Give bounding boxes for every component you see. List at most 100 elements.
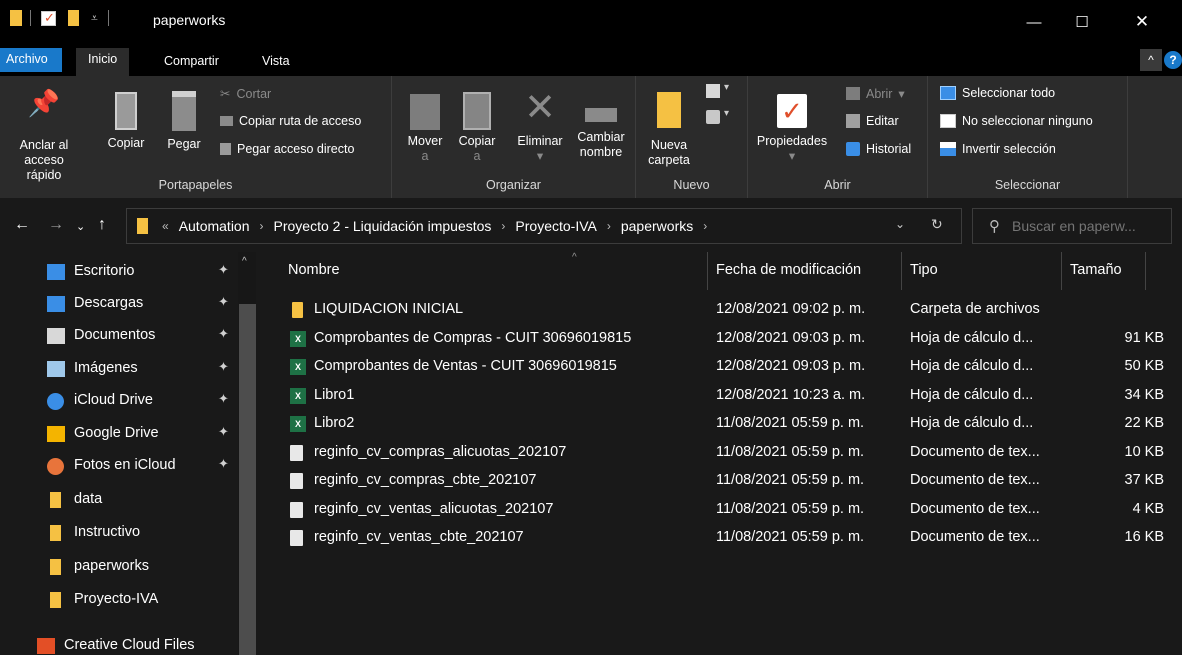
sidebar-item[interactable]: data [0, 484, 240, 516]
select-none-button[interactable]: No seleccionar ninguno [940, 114, 1093, 128]
file-row[interactable]: reginfo_cv_compras_alicuotas_202107 11/08… [282, 439, 1172, 467]
copy-path-button[interactable]: Copiar ruta de acceso [220, 114, 361, 128]
pin-icon[interactable]: ✦ [218, 424, 229, 440]
easy-access-dropdown-icon[interactable]: ▾ [724, 108, 729, 119]
close-button[interactable]: ✕ [1118, 0, 1166, 44]
sidebar-item[interactable]: Escritorio ✦ [0, 256, 240, 288]
file-row[interactable]: reginfo_cv_compras_cbte_202107 11/08/2021… [282, 467, 1172, 495]
column-header-name[interactable]: Nombre [280, 252, 708, 290]
breadcrumb-separator-icon[interactable]: › [601, 219, 617, 233]
creative-cloud-icon [37, 638, 55, 654]
search-box[interactable]: ⚲ [972, 208, 1172, 244]
file-row[interactable]: X Comprobantes de Ventas - CUIT 306960198… [282, 353, 1172, 381]
delete-button[interactable]: ✕ Eliminar ▾ [510, 86, 570, 164]
sidebar-item[interactable]: Descargas ✦ [0, 288, 240, 320]
sidebar-item[interactable]: Instructivo [0, 517, 240, 549]
scroll-up-arrow-icon[interactable]: ^ [242, 256, 247, 267]
file-name: reginfo_cv_ventas_alicuotas_202107 [314, 500, 554, 517]
pin-icon[interactable]: ✦ [218, 456, 229, 472]
sidebar-item[interactable]: Imágenes ✦ [0, 353, 240, 385]
breadcrumb-automation[interactable]: Automation [175, 218, 254, 234]
breadcrumb-separator-icon[interactable]: › [697, 219, 713, 233]
forward-arrow-icon[interactable]: → [48, 216, 64, 234]
copy-button[interactable]: Copiar [106, 86, 146, 151]
pin-icon[interactable]: ✦ [218, 294, 229, 310]
sidebar-item[interactable]: Fotos en iCloud ✦ [0, 450, 240, 482]
tab-inicio[interactable]: Inicio [76, 48, 130, 76]
back-arrow-icon[interactable]: ← [14, 216, 30, 234]
tab-archivo[interactable]: Archivo [0, 48, 62, 72]
group-label-seleccionar: Seleccionar [994, 178, 1061, 192]
column-header-size[interactable]: Tamaño [1062, 252, 1146, 290]
help-icon[interactable]: ? [1164, 51, 1182, 69]
invert-selection-button[interactable]: Invertir selección [940, 142, 1056, 156]
sidebar-item[interactable]: paperworks [0, 551, 240, 583]
ribbon-tabs: Archivo Inicio Compartir Vista [0, 44, 1182, 76]
select-all-button[interactable]: Seleccionar todo [940, 86, 1055, 100]
pin-icon[interactable]: ✦ [218, 359, 229, 375]
file-modified: 12/08/2021 10:23 a. m. [716, 386, 866, 403]
new-folder-quick-icon[interactable] [68, 10, 79, 26]
history-button[interactable]: Historial [846, 142, 911, 156]
rename-button[interactable]: Cambiar nombre [572, 86, 630, 160]
pin-icon[interactable]: ✦ [218, 326, 229, 342]
sidebar-item-label: data [74, 491, 103, 507]
edit-icon [846, 114, 860, 128]
easy-access-icon[interactable] [706, 110, 720, 124]
sidebar-item[interactable]: Documentos ✦ [0, 320, 240, 352]
move-to-button[interactable]: Mover a [402, 86, 448, 164]
file-row[interactable]: X Libro1 12/08/2021 10:23 a. m. Hoja de cál… [282, 382, 1172, 410]
minimize-button[interactable]: — [1010, 0, 1058, 44]
pin-icon[interactable]: ✦ [218, 262, 229, 278]
breadcrumb-proyecto-iva[interactable]: Proyecto-IVA [511, 218, 600, 234]
breadcrumb-proyecto-2[interactable]: Proyecto 2 - Liquidación impuestos [270, 218, 496, 234]
breadcrumb-overflow-icon[interactable]: « [156, 219, 175, 233]
search-input[interactable] [1012, 218, 1162, 234]
pin-icon[interactable]: ✦ [218, 391, 229, 407]
customize-quick-access-icon[interactable]: ⩡ [91, 11, 98, 26]
file-type: Carpeta de archivos [910, 301, 1040, 317]
sidebar-item[interactable]: Google Drive ✦ [0, 418, 240, 450]
file-modified: 11/08/2021 05:59 p. m. [716, 415, 865, 431]
delete-icon: ✕ [524, 87, 556, 129]
column-header-modified[interactable]: Fecha de modificación [708, 252, 902, 290]
file-row[interactable]: reginfo_cv_ventas_cbte_202107 11/08/2021 … [282, 524, 1172, 552]
tab-vista[interactable]: Vista [256, 52, 296, 70]
pin-quick-access-button[interactable]: 📌 Anclar al acceso rápido [6, 90, 82, 183]
maximize-button[interactable]: ☐ [1058, 0, 1106, 44]
recent-locations-chevron-icon[interactable]: ⌄ [76, 220, 85, 233]
properties-button[interactable]: ✓ Propiedades ▾ [750, 86, 834, 164]
open-button[interactable]: Abrir ▾ [846, 86, 905, 101]
breadcrumb-separator-icon[interactable]: › [254, 219, 270, 233]
tab-compartir[interactable]: Compartir [158, 52, 225, 70]
cut-button[interactable]: ✂ Cortar [220, 86, 271, 102]
address-history-chevron-icon[interactable]: ⌄ [895, 217, 905, 231]
sidebar-item[interactable]: Creative Cloud Files [0, 630, 230, 655]
file-row[interactable]: reginfo_cv_ventas_alicuotas_202107 11/08/… [282, 496, 1172, 524]
breadcrumb-paperworks[interactable]: paperworks [617, 218, 697, 234]
up-arrow-icon[interactable]: ↑ [98, 216, 106, 234]
sidebar-item[interactable]: iCloud Drive ✦ [0, 385, 240, 417]
file-name: reginfo_cv_ventas_cbte_202107 [314, 529, 524, 545]
new-item-icon[interactable] [706, 84, 720, 98]
file-type: Documento de tex... [910, 529, 1040, 545]
excel-file-icon: X [290, 387, 306, 404]
refresh-icon[interactable]: ↻ [931, 216, 943, 233]
column-header-type[interactable]: Tipo [902, 252, 1062, 290]
properties-quick-icon[interactable]: ✓ [41, 10, 56, 26]
breadcrumb-separator-icon[interactable]: › [495, 219, 511, 233]
paste-button[interactable]: Pegar [161, 86, 207, 152]
collapse-ribbon-icon[interactable]: ^ [1140, 49, 1162, 71]
file-row[interactable]: X Comprobantes de Compras - CUIT 30696019… [282, 325, 1172, 353]
new-folder-button[interactable]: Nueva carpeta [644, 86, 694, 168]
group-label-abrir: Abrir [824, 178, 851, 192]
sidebar-item[interactable]: Proyecto-IVA [0, 584, 240, 616]
nav-scrollbar-thumb[interactable] [239, 304, 256, 655]
address-bar[interactable]: « Automation › Proyecto 2 - Liquidación … [126, 208, 962, 244]
paste-shortcut-button[interactable]: Pegar acceso directo [220, 142, 354, 156]
new-item-dropdown-icon[interactable]: ▾ [724, 82, 729, 93]
edit-button[interactable]: Editar [846, 114, 899, 128]
file-row[interactable]: LIQUIDACION INICIAL 12/08/2021 09:02 p. m… [282, 296, 1172, 324]
file-row[interactable]: X Libro2 11/08/2021 05:59 p. m. Hoja de cál… [282, 410, 1172, 438]
copy-to-button[interactable]: Copiar a [454, 86, 500, 164]
